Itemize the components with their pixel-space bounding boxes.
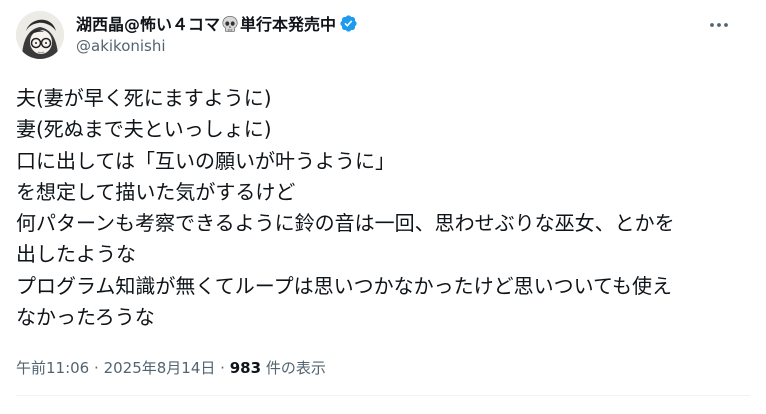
- tweet-text-line: なかったろうな: [16, 305, 155, 330]
- author-name-suffix: 単行本発売中: [240, 15, 337, 34]
- tweet-text-line: を想定して描いた気がするけど: [16, 179, 296, 204]
- author-name-prefix: 湖西晶@怖い４コマ: [76, 15, 221, 34]
- skull-icon: [222, 15, 238, 32]
- tweet-text-line: プログラム知識が無くてループは思いつかなかったけど思いついても使え: [16, 273, 672, 298]
- author-name-row: 湖西晶@怖い４コマ 単行本発売中: [76, 12, 706, 34]
- tweet-text-line: 何パターンも考察できるように鈴の音は一回、思わせぶりな巫女、とかを: [16, 211, 675, 236]
- tweet-text-line: 夫(妻が早く死にますように): [16, 86, 272, 110]
- avatar-illustration-icon: [16, 11, 64, 59]
- avatar[interactable]: [16, 11, 64, 59]
- tweet-text-line: 出したような: [16, 242, 136, 267]
- meta-separator: ·: [94, 359, 99, 377]
- tweet-text: 夫(妻が早く死にますように) 妻(死ぬまで夫といっしょに) 口に出しては「互いの…: [16, 83, 746, 333]
- tweet-time: 午前11:06: [16, 359, 90, 377]
- tweet-header: 湖西晶@怖い４コマ 単行本発売中 @akikonishi: [76, 12, 706, 56]
- author-handle[interactable]: @akikonishi: [76, 36, 706, 56]
- more-dots-icon: [710, 23, 728, 27]
- tweet-text-line: 妻(死ぬまで夫といっしょに): [16, 117, 272, 142]
- more-options-button[interactable]: [702, 14, 736, 36]
- tweet-meta: 午前11:06 · 2025年8月14日 · 983 件の表示: [16, 358, 326, 378]
- tweet-timestamp-link[interactable]: 午前11:06 · 2025年8月14日: [16, 359, 215, 377]
- tweet-date: 2025年8月14日: [103, 359, 216, 377]
- tweet-text-line: 口に出しては「互いの願いが叶うように」: [16, 148, 395, 173]
- meta-separator: ·: [220, 359, 225, 377]
- divider: [16, 395, 750, 396]
- views-count: 983: [229, 359, 262, 377]
- views-link[interactable]: 983 件の表示: [230, 359, 326, 377]
- verified-badge-icon[interactable]: [339, 14, 358, 33]
- tweet-card: 湖西晶@怖い４コマ 単行本発売中 @akikonishi 夫(妻が早く死にますよ…: [0, 0, 766, 414]
- author-display-name[interactable]: 湖西晶@怖い４コマ 単行本発売中: [76, 11, 336, 35]
- views-label: 件の表示: [265, 359, 326, 377]
